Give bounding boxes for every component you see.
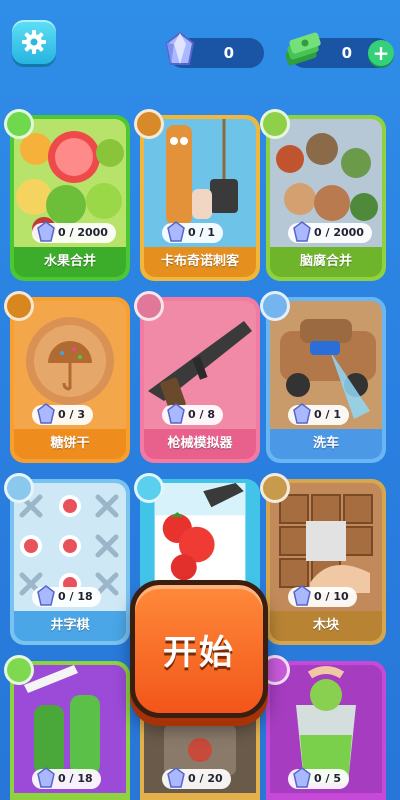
progress-text: 0 / 3 xyxy=(58,408,85,421)
game-title: 洗车 xyxy=(270,429,382,459)
crystal-gem-icon xyxy=(167,767,185,788)
cash-counter: 0 + xyxy=(285,32,394,68)
category-dot xyxy=(134,109,164,139)
crystal-gem-icon xyxy=(293,767,311,788)
category-dot xyxy=(4,109,34,139)
progress-text: 0 / 5 xyxy=(314,772,341,785)
category-dot xyxy=(260,109,290,139)
progress-text: 0 / 18 xyxy=(58,772,93,785)
cash-count: 0 xyxy=(341,44,352,62)
category-dot xyxy=(260,473,290,503)
category-dot xyxy=(4,291,34,321)
gem-count: 0 xyxy=(223,44,234,62)
progress-text: 0 / 1 xyxy=(314,408,341,421)
crystal-gem-icon xyxy=(293,221,311,242)
cash-stack-icon xyxy=(285,32,321,66)
crystal-gem-icon xyxy=(165,31,195,65)
top-bar: 0 0 + xyxy=(0,0,400,100)
game-card-tic-tac-toe[interactable]: 0 / 18 井字棋 xyxy=(4,473,130,645)
progress-text: 0 / 8 xyxy=(188,408,215,421)
category-dot xyxy=(134,473,164,503)
game-card-wood-block[interactable]: 0 / 10 木块 xyxy=(260,473,386,645)
crystal-gem-icon xyxy=(293,403,311,424)
progress-badge: 0 / 10 xyxy=(288,585,357,607)
game-card-cappuccino-assassin[interactable]: 0 / 1 卡布奇诺刺客 xyxy=(134,109,260,281)
start-label: 开始 xyxy=(163,632,235,673)
game-card-juice[interactable]: 0 / 5 xyxy=(260,655,386,800)
progress-badge: 0 / 3 xyxy=(32,403,93,425)
game-title: 糖饼干 xyxy=(14,429,126,459)
game-title: 水果合并 xyxy=(14,247,126,277)
category-dot xyxy=(260,291,290,321)
category-dot xyxy=(134,291,164,321)
game-card-sugar-cookie[interactable]: 0 / 3 糖饼干 xyxy=(4,291,130,463)
gear-icon xyxy=(22,30,46,54)
game-title: 井字棋 xyxy=(14,611,126,641)
crystal-gem-icon xyxy=(37,403,55,424)
progress-badge: 0 / 1 xyxy=(162,221,223,243)
progress-text: 0 / 10 xyxy=(314,590,349,603)
progress-text: 0 / 20 xyxy=(188,772,223,785)
progress-badge: 0 / 5 xyxy=(288,767,349,789)
game-title: 卡布奇诺刺客 xyxy=(144,247,256,277)
progress-badge: 0 / 2000 xyxy=(288,221,372,243)
crystal-gem-icon xyxy=(167,403,185,424)
progress-badge: 0 / 8 xyxy=(162,403,223,425)
progress-badge: 0 / 18 xyxy=(32,767,101,789)
progress-badge: 0 / 1 xyxy=(288,403,349,425)
progress-badge: 0 / 2000 xyxy=(32,221,116,243)
add-cash-button[interactable]: + xyxy=(368,40,394,66)
game-title: 枪械模拟器 xyxy=(144,429,256,459)
crystal-gem-icon xyxy=(37,585,55,606)
crystal-gem-icon xyxy=(37,767,55,788)
crystal-gem-icon xyxy=(37,221,55,242)
progress-text: 0 / 1 xyxy=(188,226,215,239)
game-card-cucumber[interactable]: 0 / 18 xyxy=(4,655,130,800)
game-card-brainrot-merge[interactable]: 0 / 2000 脑腐合并 xyxy=(260,109,386,281)
progress-badge: 0 / 18 xyxy=(32,585,101,607)
crystal-gem-icon xyxy=(167,221,185,242)
progress-text: 0 / 2000 xyxy=(314,226,364,239)
start-button[interactable]: 开始 xyxy=(130,580,268,718)
settings-button[interactable] xyxy=(12,20,56,64)
game-title: 木块 xyxy=(270,611,382,641)
game-card-fruit-merge[interactable]: 0 / 2000 水果合并 xyxy=(4,109,130,281)
game-title: 脑腐合并 xyxy=(270,247,382,277)
progress-badge: 0 / 20 xyxy=(162,767,231,789)
gem-counter: 0 xyxy=(165,31,264,68)
game-card-car-wash[interactable]: 0 / 1 洗车 xyxy=(260,291,386,463)
progress-text: 0 / 18 xyxy=(58,590,93,603)
category-dot xyxy=(4,655,34,685)
progress-text: 0 / 2000 xyxy=(58,226,108,239)
category-dot xyxy=(4,473,34,503)
crystal-gem-icon xyxy=(293,585,311,606)
game-card-gun-simulator[interactable]: 0 / 8 枪械模拟器 xyxy=(134,291,260,463)
